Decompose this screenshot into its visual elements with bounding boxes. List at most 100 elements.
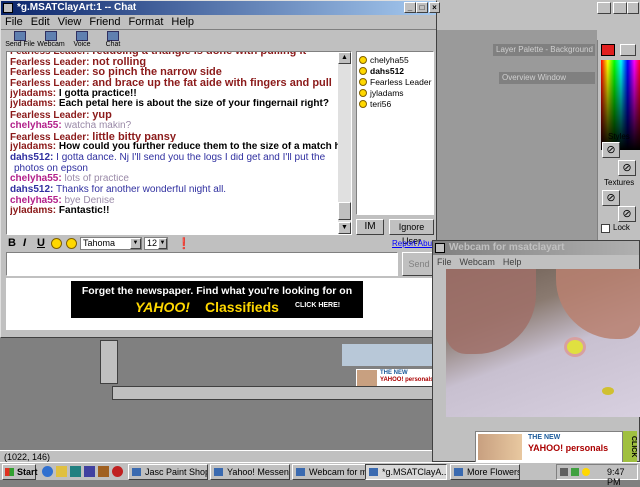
psp-restore-button[interactable] bbox=[613, 2, 627, 14]
psp-close-button[interactable] bbox=[627, 2, 639, 14]
quicklaunch-desktop-icon[interactable] bbox=[70, 466, 81, 477]
maximize-button[interactable]: □ bbox=[416, 2, 428, 13]
minimize-button[interactable]: _ bbox=[404, 2, 416, 13]
message-line: jyladams: Fantastic!! bbox=[10, 206, 340, 217]
psp-background: Layer Palette - Background Overview Wind… bbox=[437, 0, 640, 240]
styles-fg-button[interactable]: ⊘ bbox=[602, 142, 620, 158]
message-author: chelyha55: bbox=[10, 120, 62, 131]
send-button[interactable]: Send bbox=[402, 252, 436, 276]
send-file-button[interactable]: Send File bbox=[5, 31, 35, 51]
size-select[interactable]: 12 ▼ bbox=[144, 237, 168, 250]
taskbar-task-button[interactable]: More Flowers De... bbox=[450, 464, 520, 480]
user-list-item[interactable]: jyladams bbox=[357, 88, 433, 99]
lock-checkbox[interactable] bbox=[601, 224, 610, 233]
taskbar-task-button[interactable]: Yahoo! Messenger bbox=[210, 464, 290, 480]
size-dropdown-icon[interactable]: ▼ bbox=[158, 238, 167, 249]
user-name: Fearless Leader bbox=[370, 77, 432, 87]
voice-button[interactable]: Voice bbox=[67, 31, 97, 51]
im-button[interactable]: IM bbox=[356, 219, 384, 235]
ad-photo bbox=[357, 370, 377, 387]
message-line: chelyha55: lots of practice bbox=[10, 174, 340, 185]
message-author: dahs512: bbox=[10, 152, 54, 163]
webcam-menu-file[interactable]: File bbox=[433, 255, 456, 269]
message-text: bye Denise bbox=[64, 195, 115, 206]
message-author: Fearless Leader: bbox=[10, 131, 90, 143]
start-label: Start bbox=[17, 467, 38, 477]
webcam-menu-help[interactable]: Help bbox=[499, 255, 526, 269]
styles-bg-button[interactable]: ⊘ bbox=[618, 160, 636, 176]
ignore-user-button[interactable]: Ignore User bbox=[389, 219, 434, 246]
quicklaunch-ie-icon[interactable] bbox=[42, 466, 53, 477]
menu-help[interactable]: Help bbox=[167, 15, 198, 29]
webcam-window-title: Webcam for msatclayart bbox=[449, 242, 565, 253]
background-yahoo-personals-ad[interactable]: THE NEW YAHOO! personals bbox=[355, 368, 433, 388]
tray-messenger-icon[interactable] bbox=[582, 468, 590, 476]
taskbar-task-button[interactable]: Webcam for msat... bbox=[292, 464, 372, 480]
color-picker-icon[interactable]: ❗ bbox=[177, 237, 191, 250]
scroll-thumb[interactable] bbox=[338, 202, 351, 220]
task-app-icon bbox=[214, 468, 223, 476]
message-input[interactable] bbox=[6, 252, 398, 276]
bold-button[interactable]: B bbox=[8, 237, 16, 249]
quicklaunch-yahoo-icon[interactable] bbox=[112, 466, 123, 477]
ad-tagline: Forget the newspaper. Find what you're l… bbox=[81, 285, 353, 297]
menu-view[interactable]: View bbox=[54, 15, 86, 29]
textures-label: Textures bbox=[604, 178, 635, 187]
menu-edit[interactable]: Edit bbox=[27, 15, 54, 29]
taskbar-task-button[interactable]: Jasc Paint Shop P... bbox=[128, 464, 208, 480]
webcam-title-bar[interactable]: Webcam for msatclayart bbox=[433, 241, 639, 255]
underline-button[interactable]: U bbox=[37, 237, 45, 249]
ad-click-here[interactable]: CLICK HERE! bbox=[295, 302, 340, 309]
emoticon-alt-icon[interactable] bbox=[66, 238, 77, 249]
classifieds-banner-ad[interactable]: Forget the newspaper. Find what you're l… bbox=[71, 281, 363, 318]
user-list-item[interactable]: Fearless Leader bbox=[357, 77, 433, 88]
user-smiley-icon bbox=[359, 56, 367, 64]
layer-palette-title[interactable]: Layer Palette - Background bbox=[493, 44, 595, 56]
windows-logo-icon bbox=[5, 468, 14, 476]
clay-pansy bbox=[564, 337, 586, 357]
font-dropdown-icon[interactable]: ▼ bbox=[130, 238, 141, 249]
close-button[interactable]: × bbox=[429, 2, 440, 13]
background-toolbar bbox=[112, 386, 434, 400]
user-list-item[interactable]: teri56 bbox=[357, 99, 433, 110]
scroll-down-button[interactable]: ▼ bbox=[338, 222, 351, 234]
taskbar: Start Jasc Paint Shop P... Yahoo! Messeng… bbox=[0, 462, 640, 487]
user-smiley-icon bbox=[359, 67, 367, 75]
foreground-color-swatch[interactable] bbox=[601, 44, 615, 56]
user-list-item[interactable]: chelyha55 bbox=[357, 55, 433, 66]
tray-speaker-icon[interactable] bbox=[560, 468, 568, 476]
quicklaunch-channels-icon[interactable] bbox=[84, 466, 95, 477]
menu-format[interactable]: Format bbox=[125, 15, 168, 29]
psp-minimize-button[interactable] bbox=[597, 2, 611, 14]
webcam-button[interactable]: Webcam bbox=[36, 31, 66, 51]
webcam-icon bbox=[45, 31, 57, 41]
menu-file[interactable]: File bbox=[1, 15, 27, 29]
taskbar-task-button[interactable]: *g.MSATClayA... bbox=[365, 464, 447, 480]
scroll-up-button[interactable]: ▲ bbox=[338, 52, 351, 64]
quicklaunch-media-icon[interactable] bbox=[98, 466, 109, 477]
message-line: jyladams: I gotta practice!! bbox=[10, 89, 340, 100]
font-select[interactable]: Tahoma ▼ bbox=[80, 237, 142, 250]
overview-window-title[interactable]: Overview Window bbox=[499, 72, 595, 84]
quicklaunch-outlook-icon[interactable] bbox=[56, 466, 67, 477]
italic-button[interactable]: I bbox=[23, 237, 26, 249]
hand-right bbox=[556, 269, 640, 339]
clay-bead bbox=[602, 387, 614, 395]
user-list-item[interactable]: dahs512 bbox=[357, 66, 433, 77]
chat-title-bar[interactable]: *g.MSATClayArt:1 -- Chat _ □ × bbox=[1, 1, 440, 15]
chat-button[interactable]: Chat bbox=[98, 31, 128, 51]
webcam-yahoo-personals-ad[interactable]: THE NEW YAHOO! personals bbox=[475, 431, 623, 463]
webcam-ad-click[interactable]: CLICK bbox=[623, 431, 637, 463]
textures-fg-button[interactable]: ⊘ bbox=[602, 190, 620, 206]
swap-colors-button[interactable] bbox=[620, 44, 636, 56]
webcam-menu-webcam[interactable]: Webcam bbox=[456, 255, 499, 269]
message-scrollbar[interactable]: ▲ ▼ bbox=[338, 52, 351, 234]
menu-friend[interactable]: Friend bbox=[85, 15, 124, 29]
toolbar-label: Voice bbox=[73, 41, 91, 48]
styles-label: Styles bbox=[608, 132, 630, 141]
emoticon-icon[interactable] bbox=[51, 238, 62, 249]
textures-bg-button[interactable]: ⊘ bbox=[618, 206, 636, 222]
user-smiley-icon bbox=[359, 89, 367, 97]
start-button[interactable]: Start bbox=[2, 464, 38, 480]
tray-network-icon[interactable] bbox=[571, 468, 579, 476]
